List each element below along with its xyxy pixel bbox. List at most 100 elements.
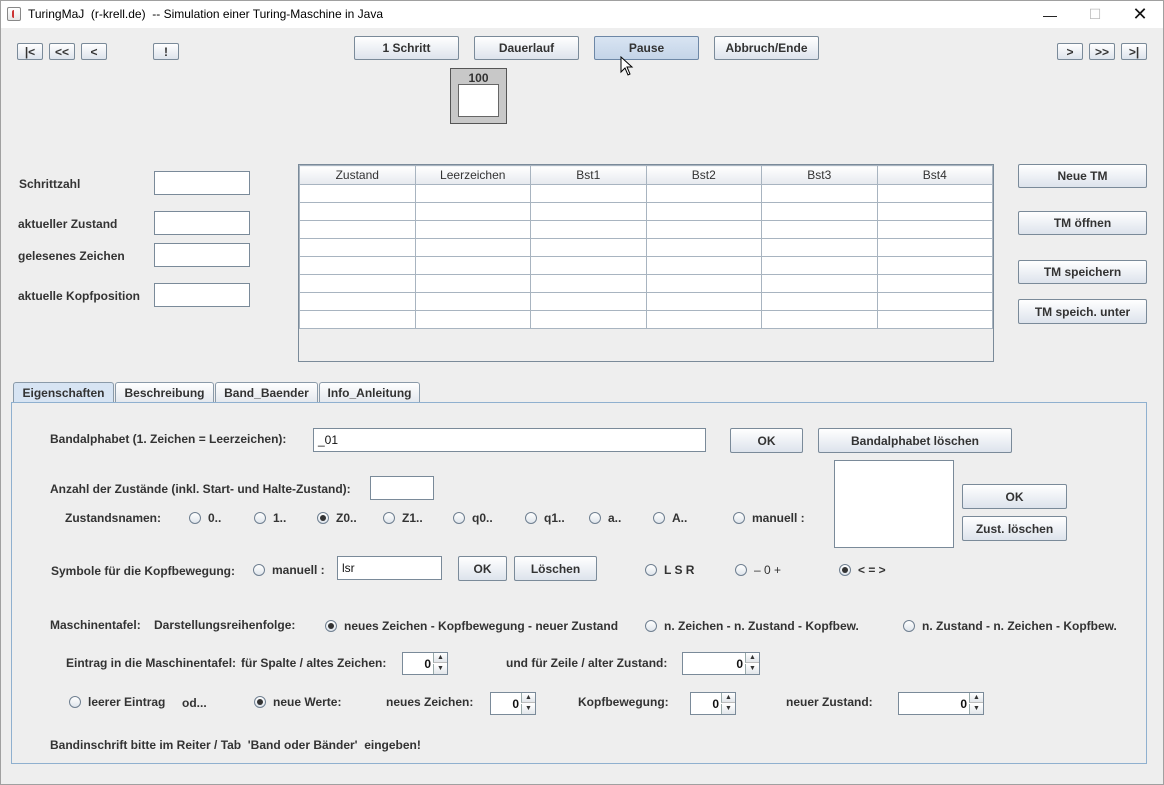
table-cell[interactable] (645, 256, 762, 275)
table-cell[interactable] (761, 292, 878, 311)
abort-end-button[interactable]: Abbruch/Ende (714, 36, 819, 60)
back-button[interactable]: < (81, 43, 107, 60)
state-names-radio-0[interactable]: 0.. (189, 510, 221, 526)
table-cell[interactable] (876, 238, 993, 257)
forward-fast-button[interactable]: >> (1089, 43, 1115, 60)
table-cell[interactable] (299, 292, 416, 311)
spinner-up-icon[interactable]: ▲ (721, 693, 735, 703)
states-clear-button[interactable]: Zust. löschen (962, 516, 1067, 541)
first-step-button[interactable]: |< (17, 43, 43, 60)
table-cell[interactable] (299, 310, 416, 329)
state-names-list[interactable] (834, 460, 954, 548)
spinner-up-icon[interactable]: ▲ (433, 653, 447, 663)
table-cell[interactable] (530, 184, 647, 203)
table-cell[interactable] (761, 202, 878, 221)
spinner-up-icon[interactable]: ▲ (521, 693, 535, 703)
table-cell[interactable] (876, 202, 993, 221)
spinner-down-icon[interactable]: ▼ (969, 704, 983, 714)
new-state-spinner[interactable]: 0 ▲ ▼ (898, 692, 984, 715)
alphabet-ok-button[interactable]: OK (730, 428, 803, 453)
column-spinner[interactable]: 0 ▲ ▼ (402, 652, 448, 675)
table-row[interactable] (299, 238, 993, 257)
spinner-down-icon[interactable]: ▼ (721, 704, 735, 714)
head-symbols-ok-button[interactable]: OK (458, 556, 507, 581)
table-cell[interactable] (299, 274, 416, 293)
single-step-button[interactable]: 1 Schritt (354, 36, 459, 60)
table-cell[interactable] (876, 220, 993, 239)
back-fast-button[interactable]: << (49, 43, 75, 60)
col-header-bst4[interactable]: Bst4 (876, 165, 993, 185)
head-symbols-radio-arrows[interactable]: < = > (839, 562, 886, 578)
table-cell[interactable] (530, 292, 647, 311)
spinner-up-icon[interactable]: ▲ (745, 653, 759, 663)
spinner-down-icon[interactable]: ▼ (521, 704, 535, 714)
table-cell[interactable] (645, 238, 762, 257)
spinner-down-icon[interactable]: ▼ (745, 664, 759, 674)
table-cell[interactable] (876, 184, 993, 203)
table-cell[interactable] (645, 220, 762, 239)
tab-info-anleitung[interactable]: Info_Anleitung (319, 382, 420, 402)
state-names-radio-manual[interactable]: manuell : (733, 510, 805, 526)
last-step-button[interactable]: >| (1121, 43, 1147, 60)
open-tm-button[interactable]: TM öffnen (1018, 211, 1147, 235)
head-move-spinner[interactable]: 0 ▲ ▼ (690, 692, 736, 715)
head-symbols-clear-button[interactable]: Löschen (514, 556, 597, 581)
head-position-field[interactable] (154, 283, 250, 307)
table-cell[interactable] (414, 274, 531, 293)
state-names-radio-q0[interactable]: q0.. (453, 510, 493, 526)
display-order-radio-3[interactable]: n. Zustand - n. Zeichen - Kopfbew. (903, 618, 1117, 634)
table-cell[interactable] (414, 256, 531, 275)
table-cell[interactable] (761, 274, 878, 293)
table-cell[interactable] (645, 310, 762, 329)
table-cell[interactable] (414, 292, 531, 311)
head-symbols-radio-lsr[interactable]: L S R (645, 562, 694, 578)
col-header-bst1[interactable]: Bst1 (530, 165, 647, 185)
state-names-radio-A[interactable]: A.. (653, 510, 687, 526)
table-cell[interactable] (761, 220, 878, 239)
table-cell[interactable] (645, 292, 762, 311)
table-cell[interactable] (876, 274, 993, 293)
steps-field[interactable] (154, 171, 250, 195)
table-cell[interactable] (414, 238, 531, 257)
state-names-radio-a[interactable]: a.. (589, 510, 621, 526)
table-cell[interactable] (876, 256, 993, 275)
table-cell[interactable] (414, 220, 531, 239)
save-tm-button[interactable]: TM speichern (1018, 260, 1147, 284)
table-row[interactable] (299, 256, 993, 275)
head-symbols-radio-manual[interactable]: manuell : (253, 562, 325, 578)
exclamation-button[interactable]: ! (153, 43, 179, 60)
new-values-radio[interactable]: neue Werte: (254, 694, 341, 710)
col-header-bst3[interactable]: Bst3 (761, 165, 878, 185)
table-row[interactable] (299, 292, 993, 311)
new-tm-button[interactable]: Neue TM (1018, 164, 1147, 188)
table-cell[interactable] (530, 202, 647, 221)
table-cell[interactable] (299, 220, 416, 239)
table-cell[interactable] (761, 238, 878, 257)
display-order-radio-2[interactable]: n. Zeichen - n. Zustand - Kopfbew. (645, 618, 859, 634)
table-cell[interactable] (530, 220, 647, 239)
spinner-up-icon[interactable]: ▲ (969, 693, 983, 703)
table-cell[interactable] (645, 184, 762, 203)
table-row[interactable] (299, 274, 993, 293)
spinner-down-icon[interactable]: ▼ (433, 664, 447, 674)
new-char-spinner[interactable]: 0 ▲ ▼ (490, 692, 536, 715)
table-row[interactable] (299, 220, 993, 239)
tab-eigenschaften[interactable]: Eigenschaften (13, 382, 114, 403)
head-symbols-input[interactable]: lsr (337, 556, 442, 580)
table-cell[interactable] (530, 310, 647, 329)
table-cell[interactable] (530, 256, 647, 275)
table-cell[interactable] (876, 310, 993, 329)
state-names-radio-1[interactable]: 1.. (254, 510, 286, 526)
table-cell[interactable] (645, 202, 762, 221)
display-order-radio-1[interactable]: neues Zeichen - Kopfbewegung - neuer Zus… (325, 618, 618, 634)
machine-table[interactable]: Zustand Leerzeichen Bst1 Bst2 Bst3 Bst4 (298, 164, 994, 362)
table-cell[interactable] (299, 184, 416, 203)
table-cell[interactable] (414, 310, 531, 329)
pause-button[interactable]: Pause (594, 36, 699, 60)
speed-slider-box[interactable]: 100 (450, 68, 507, 124)
table-cell[interactable] (299, 202, 416, 221)
alphabet-clear-button[interactable]: Bandalphabet löschen (818, 428, 1012, 453)
state-names-radio-q1[interactable]: q1.. (525, 510, 565, 526)
table-row[interactable] (299, 202, 993, 221)
read-char-field[interactable] (154, 243, 250, 267)
